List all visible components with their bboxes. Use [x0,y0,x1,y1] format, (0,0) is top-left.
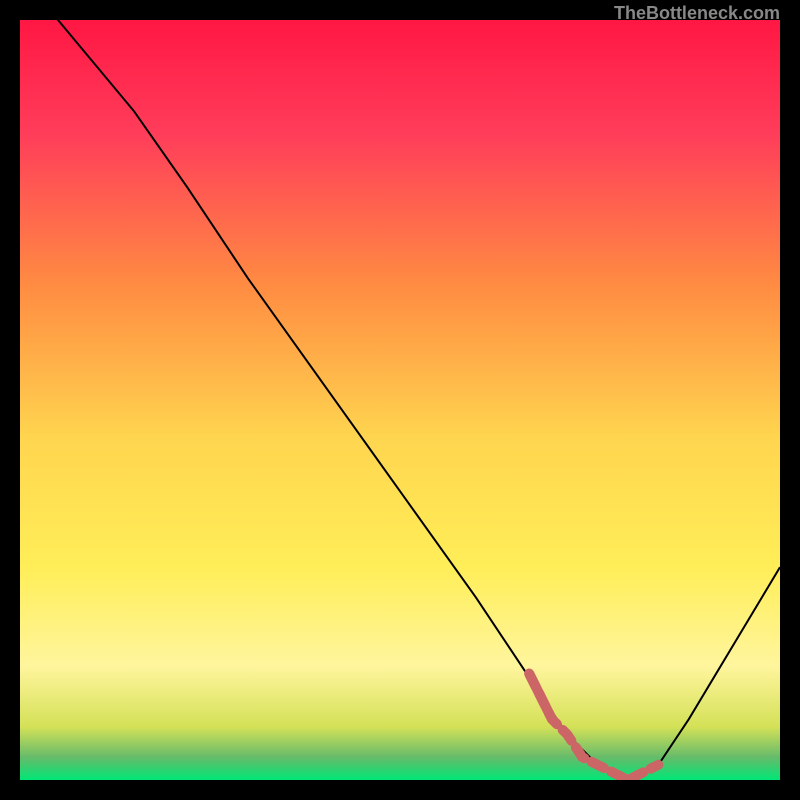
watermark-text: TheBottleneck.com [614,3,780,24]
gradient-background [20,20,780,780]
bottleneck-chart [20,20,780,780]
chart-container [20,20,780,780]
